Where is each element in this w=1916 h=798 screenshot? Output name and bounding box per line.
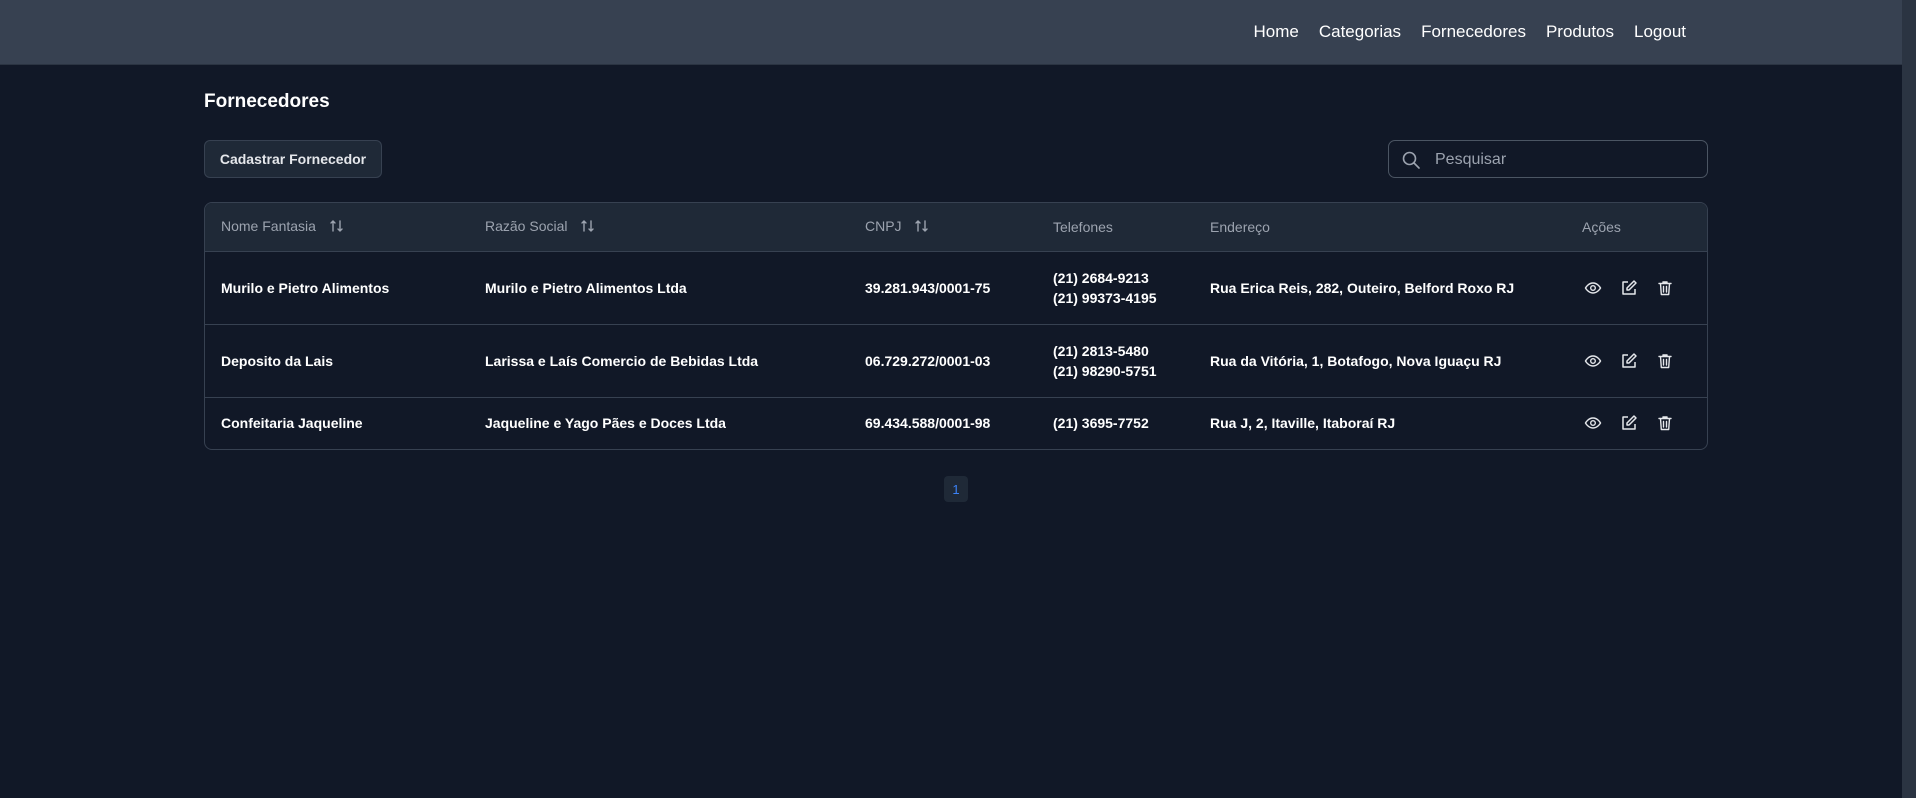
cell-endereco: Rua Erica Reis, 282, Outeiro, Belford Ro… <box>1210 279 1515 296</box>
cell-nome-fantasia: Confeitaria Jaqueline <box>221 415 363 432</box>
header-label: Endereço <box>1210 218 1270 235</box>
cell-nome-fantasia: Murilo e Pietro Alimentos <box>221 279 390 296</box>
search-input[interactable] <box>1433 141 1703 179</box>
cell-acoes <box>1566 324 1707 397</box>
sort-icon[interactable] <box>915 219 929 236</box>
cell-cnpj: 06.729.272/0001-03 <box>865 352 991 369</box>
cell-endereco: Rua da Vitória, 1, Botafogo, Nova Iguaçu… <box>1210 352 1502 369</box>
nav-links: Home Categorias Fornecedores Produtos Lo… <box>1253 0 1686 64</box>
header-nome-fantasia: Nome Fantasia <box>205 203 469 252</box>
header-acoes: Ações <box>1566 203 1707 252</box>
nav-link-fornecedores[interactable]: Fornecedores <box>1421 22 1526 42</box>
header-label: Nome Fantasia <box>221 217 316 234</box>
nav-link-home[interactable]: Home <box>1253 22 1298 42</box>
edit-icon[interactable] <box>1618 350 1640 372</box>
phone-number: (21) 2684-9213 <box>1053 269 1149 286</box>
nav-link-categorias[interactable]: Categorias <box>1319 22 1401 42</box>
cell-razao-social: Jaqueline e Yago Pães e Doces Ltda <box>485 415 726 432</box>
table-header-row: Nome Fantasia Razão Social CNPJ Telefone… <box>205 203 1707 252</box>
table-row: Deposito da Lais Larissa e Laís Comercio… <box>205 324 1707 397</box>
cell-cnpj: 39.281.943/0001-75 <box>865 279 991 296</box>
view-eye-icon[interactable] <box>1582 412 1604 434</box>
sort-icon[interactable] <box>581 219 595 236</box>
view-eye-icon[interactable] <box>1582 350 1604 372</box>
header-cnpj: CNPJ <box>849 203 1037 252</box>
table-row: Murilo e Pietro Alimentos Murilo e Pietr… <box>205 251 1707 324</box>
delete-trash-icon[interactable] <box>1654 350 1676 372</box>
suppliers-table: Nome Fantasia Razão Social CNPJ Telefone… <box>204 202 1708 450</box>
header-razao-social: Razão Social <box>469 203 849 252</box>
edit-icon[interactable] <box>1618 277 1640 299</box>
sort-icon[interactable] <box>330 219 344 236</box>
search-icon <box>1401 150 1421 170</box>
cell-nome-fantasia: Deposito da Lais <box>221 352 334 369</box>
header-label: CNPJ <box>865 217 902 234</box>
cell-razao-social: Larissa e Laís Comercio de Bebidas Ltda <box>485 352 759 369</box>
header-label: Razão Social <box>485 217 568 234</box>
search-box[interactable] <box>1388 140 1708 179</box>
header-label: Ações <box>1582 218 1621 235</box>
phone-number: (21) 99373-4195 <box>1053 289 1157 306</box>
top-navbar: Home Categorias Fornecedores Produtos Lo… <box>0 0 1916 64</box>
header-endereco: Endereço <box>1194 203 1566 252</box>
cell-telefones: (21) 2813-5480 (21) 98290-5751 <box>1037 324 1194 397</box>
cell-acoes <box>1566 251 1707 324</box>
cell-telefones: (21) 3695-7752 <box>1037 397 1194 449</box>
cell-acoes <box>1566 397 1707 449</box>
edit-icon[interactable] <box>1618 412 1640 434</box>
header-telefones: Telefones <box>1037 203 1194 252</box>
nav-link-produtos[interactable]: Produtos <box>1546 22 1614 42</box>
phone-number: (21) 2813-5480 <box>1053 342 1149 359</box>
delete-trash-icon[interactable] <box>1654 412 1676 434</box>
vertical-scrollbar[interactable] <box>1902 0 1916 798</box>
cell-cnpj: 69.434.588/0001-98 <box>865 415 991 432</box>
pagination-page-1[interactable]: 1 <box>944 476 968 502</box>
phone-number: (21) 98290-5751 <box>1053 362 1157 379</box>
add-supplier-button[interactable]: Cadastrar Fornecedor <box>204 140 382 178</box>
page-title: Fornecedores <box>204 91 330 112</box>
cell-telefones: (21) 2684-9213 (21) 99373-4195 <box>1037 251 1194 324</box>
delete-trash-icon[interactable] <box>1654 277 1676 299</box>
header-label: Telefones <box>1053 218 1113 235</box>
nav-link-logout[interactable]: Logout <box>1634 22 1686 42</box>
table-row: Confeitaria Jaqueline Jaqueline e Yago P… <box>205 397 1707 449</box>
cell-razao-social: Murilo e Pietro Alimentos Ltda <box>485 279 687 296</box>
phone-number: (21) 3695-7752 <box>1053 415 1149 432</box>
view-eye-icon[interactable] <box>1582 277 1604 299</box>
cell-endereco: Rua J, 2, Itaville, Itaboraí RJ <box>1210 415 1396 432</box>
